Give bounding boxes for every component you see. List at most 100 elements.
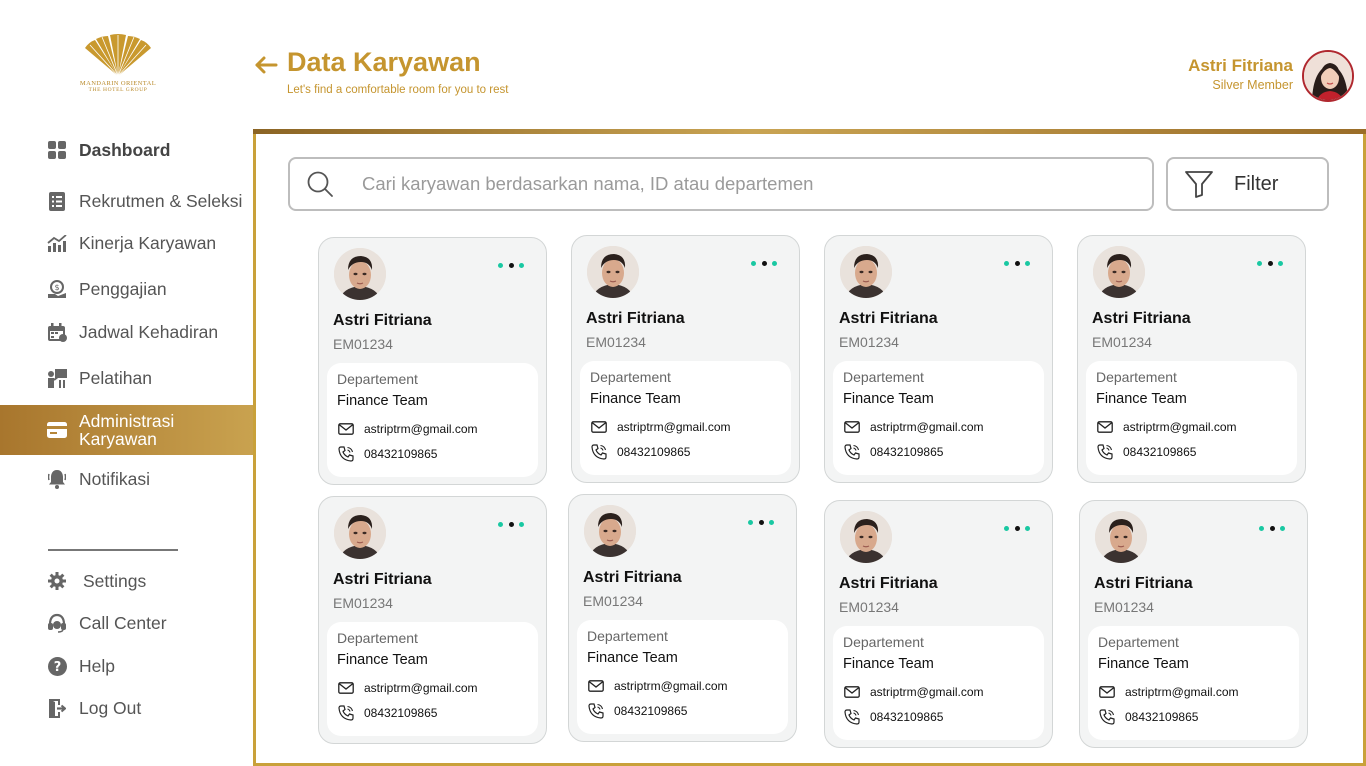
department-value: Finance Team [843,391,934,407]
employee-photo [840,246,892,298]
sidebar-item-rekrutmen[interactable]: Rekrutmen & Seleksi [0,181,253,221]
employee-card[interactable]: Astri Fitriana EM01234 Departement Finance … [824,500,1053,748]
bell-icon [46,468,68,490]
brand-logo[interactable]: MANDARIN ORIENTAL THE HOTEL GROUP [76,34,160,100]
employee-photo [1095,511,1147,563]
chart-trend-icon [46,232,68,254]
more-options-icon[interactable] [498,260,524,270]
employee-details: Departement Finance Team astriptrm@gmail.c… [577,620,788,734]
email-row[interactable]: astriptrm@gmail.com [337,421,478,437]
phone-icon [1096,444,1114,460]
employee-card[interactable]: Astri Fitriana EM01234 Departement Finance … [571,235,800,483]
phone-icon [1098,709,1116,725]
employee-id: EM01234 [1092,334,1152,350]
employee-photo [584,505,636,557]
sidebar-item-label: Penggajian [79,278,167,299]
employee-email: astriptrm@gmail.com [364,422,478,436]
sidebar-item-notifikasi[interactable]: Notifikasi [0,459,253,499]
employee-details: Departement Finance Team astriptrm@gmail.c… [1088,626,1299,740]
more-options-icon[interactable] [748,517,774,527]
email-row[interactable]: astriptrm@gmail.com [587,678,728,694]
sidebar-item-jadwal[interactable]: Jadwal Kehadiran [0,312,253,352]
employee-card[interactable]: Astri Fitriana EM01234 Departement Finance … [824,235,1053,483]
email-row[interactable]: astriptrm@gmail.com [843,684,984,700]
more-options-icon[interactable] [498,519,524,529]
employee-card[interactable]: Astri Fitriana EM01234 Departement Finance … [318,496,547,744]
filter-button-label: Filter [1234,172,1279,195]
phone-row[interactable]: 08432109865 [337,705,437,721]
email-row[interactable]: astriptrm@gmail.com [1096,419,1237,435]
phone-row[interactable]: 08432109865 [1098,709,1198,725]
id-card-icon [46,419,68,441]
search-icon [307,171,333,197]
employee-name: Astri Fitriana [839,575,938,592]
mail-icon [1096,419,1114,435]
employee-id: EM01234 [839,334,899,350]
brand-tagline: THE HOTEL GROUP [88,87,148,93]
sidebar-item-administrasi[interactable]: Administrasi Karyawan [0,405,253,455]
department-label: Departement [337,630,418,646]
calendar-icon [46,321,68,343]
employee-id: EM01234 [1094,599,1154,615]
headset-icon [46,612,68,634]
more-options-icon[interactable] [751,258,777,268]
payroll-icon: $ [46,278,68,300]
sidebar-item-label: Jadwal Kehadiran [79,321,219,342]
employee-photo [334,248,386,300]
sidebar-item-pelatihan[interactable]: Pelatihan [0,358,253,398]
phone-row[interactable]: 08432109865 [1096,444,1196,460]
employee-details: Departement Finance Team astriptrm@gmail.c… [327,363,538,477]
employee-card[interactable]: Astri Fitriana EM01234 Departement Finance … [1079,500,1308,748]
sidebar-item-kinerja[interactable]: Kinerja Karyawan [0,223,253,263]
more-options-icon[interactable] [1004,258,1030,268]
phone-row[interactable]: 08432109865 [590,444,690,460]
employee-phone: 08432109865 [1125,710,1199,724]
employee-photo [587,246,639,298]
sidebar-item-label: Kinerja Karyawan [79,232,217,253]
sidebar-item-dashboard[interactable]: Dashboard [0,130,253,170]
department-label: Departement [1098,634,1179,650]
sidebar-item-logout[interactable]: Log Out [0,688,253,728]
sidebar-item-call-center[interactable]: Call Center [0,603,253,643]
search-input[interactable] [362,173,1142,195]
more-options-icon[interactable] [1004,523,1030,533]
employee-email: astriptrm@gmail.com [1125,685,1239,699]
training-icon [46,367,68,389]
search-bar[interactable] [288,157,1154,211]
department-label: Departement [1096,369,1177,385]
employee-name: Astri Fitriana [1094,575,1193,592]
sidebar-item-help[interactable]: ? Help [0,646,253,686]
employee-id: EM01234 [583,593,643,609]
employee-phone: 08432109865 [617,445,691,459]
more-options-icon[interactable] [1259,523,1285,533]
email-row[interactable]: astriptrm@gmail.com [337,680,478,696]
email-row[interactable]: astriptrm@gmail.com [590,419,731,435]
employee-name: Astri Fitriana [839,310,938,327]
sidebar-item-penggajian[interactable]: $ Penggajian [0,269,253,309]
department-value: Finance Team [337,652,428,668]
phone-row[interactable]: 08432109865 [843,709,943,725]
employee-card[interactable]: Astri Fitriana EM01234 Departement Finance … [1077,235,1306,483]
phone-row[interactable]: 08432109865 [587,703,687,719]
email-row[interactable]: astriptrm@gmail.com [843,419,984,435]
sidebar-item-label: Help [79,655,115,676]
phone-row[interactable]: 08432109865 [843,444,943,460]
employee-details: Departement Finance Team astriptrm@gmail.c… [833,361,1044,475]
employee-id: EM01234 [333,336,393,352]
mail-icon [587,678,605,694]
help-icon: ? [46,655,68,677]
phone-row[interactable]: 08432109865 [337,446,437,462]
phone-icon [337,446,355,462]
more-options-icon[interactable] [1257,258,1283,268]
user-avatar[interactable] [1302,50,1354,102]
phone-icon [843,709,861,725]
mail-icon [843,684,861,700]
employee-card[interactable]: Astri Fitriana EM01234 Departement Finance … [318,237,547,485]
employee-card[interactable]: Astri Fitriana EM01234 Departement Finance … [568,494,797,742]
email-row[interactable]: astriptrm@gmail.com [1098,684,1239,700]
page-title: Data Karyawan [287,47,481,77]
back-arrow-icon[interactable] [252,52,280,78]
filter-button[interactable]: Filter [1166,157,1329,211]
mail-icon [1098,684,1116,700]
sidebar-item-settings[interactable]: Settings [0,561,253,601]
